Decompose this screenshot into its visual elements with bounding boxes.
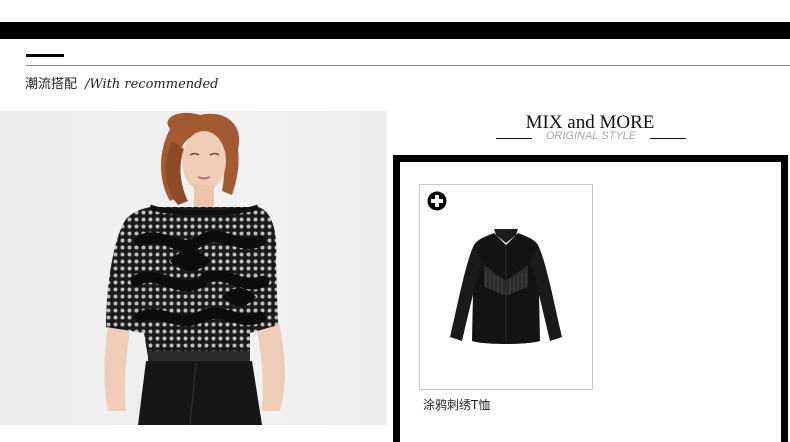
top-black-bar bbox=[0, 22, 790, 39]
section-heading: 潮流搭配/With recommended bbox=[25, 73, 219, 93]
model-photo bbox=[0, 111, 387, 425]
product-card[interactable] bbox=[419, 184, 593, 390]
heading-divider bbox=[26, 65, 790, 66]
model-illustration bbox=[104, 112, 285, 425]
product-name[interactable]: 涂鸦刺绣T恤 bbox=[423, 396, 490, 413]
mix-subtitle: ORIGINAL STYLE bbox=[545, 130, 637, 142]
product-image[interactable] bbox=[444, 225, 568, 355]
plus-circle-icon[interactable] bbox=[427, 191, 447, 211]
mix-subtitle-row: ORIGINAL STYLE bbox=[496, 130, 686, 146]
subtitle-line-right bbox=[650, 138, 686, 139]
section-heading-en: /With recommended bbox=[85, 77, 219, 92]
heading-accent-line bbox=[26, 54, 64, 57]
section-heading-cn: 潮流搭配 bbox=[25, 77, 78, 92]
subtitle-line-left bbox=[496, 138, 532, 139]
